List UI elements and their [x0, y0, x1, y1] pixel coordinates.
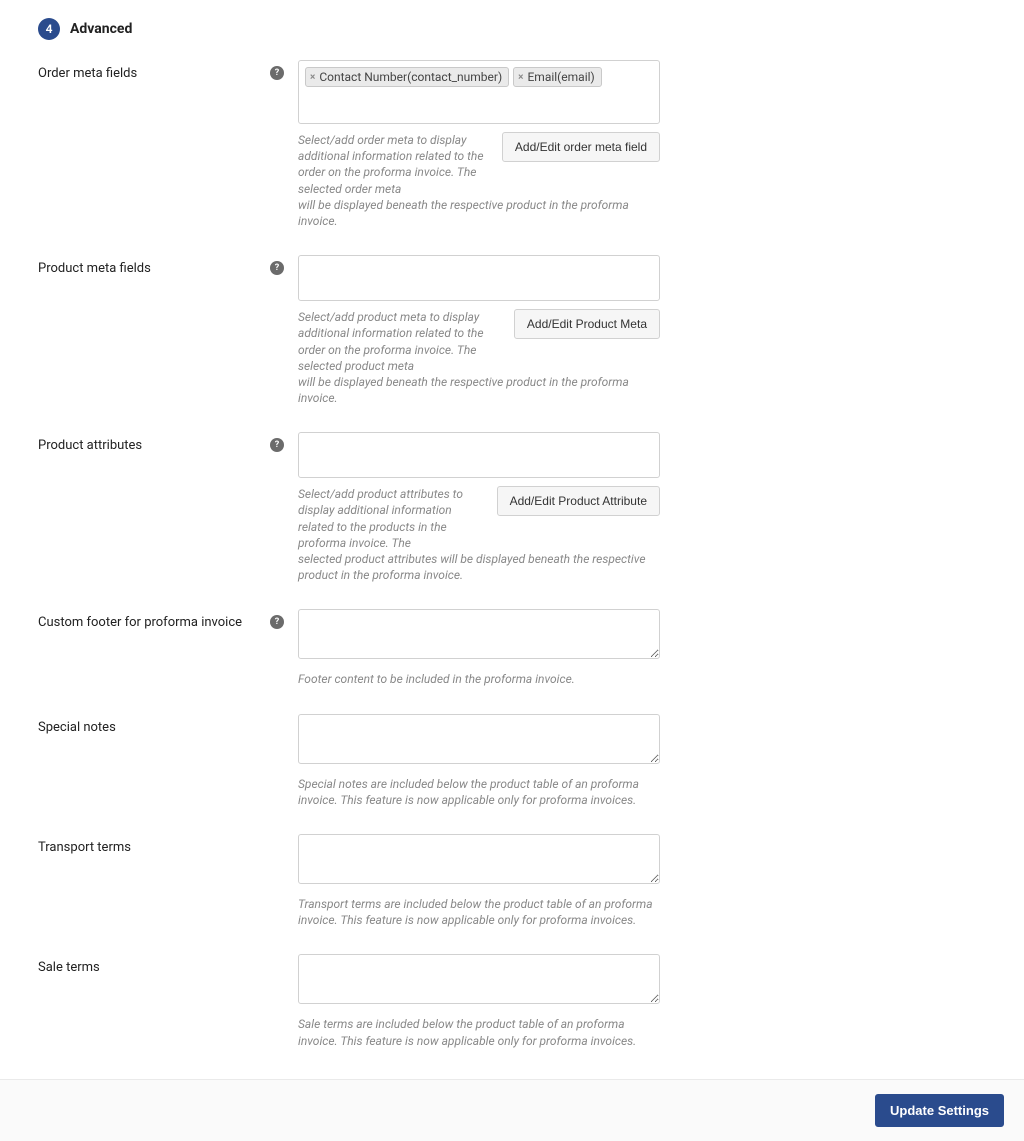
add-edit-order-meta-button[interactable]: Add/Edit order meta field [502, 132, 660, 162]
special-notes-description: Special notes are included below the pro… [298, 776, 660, 808]
sale-terms-textarea[interactable] [298, 954, 660, 1004]
help-icon[interactable]: ? [270, 615, 284, 629]
custom-footer-label: Custom footer for proforma invoice [38, 615, 242, 630]
product-meta-description-part: Select/add product meta to display addit… [298, 309, 496, 374]
sale-terms-label: Sale terms [38, 960, 100, 975]
section-title: Advanced [70, 21, 132, 37]
product-attributes-description-part: Select/add product attributes to display… [298, 486, 479, 551]
product-meta-label: Product meta fields [38, 261, 151, 276]
step-badge: 4 [38, 18, 60, 40]
help-icon[interactable]: ? [270, 438, 284, 452]
add-edit-product-attribute-button[interactable]: Add/Edit Product Attribute [497, 486, 660, 516]
field-product-meta: Product meta fields ? Select/add product… [38, 255, 1004, 406]
product-attributes-label: Product attributes [38, 438, 142, 453]
tag-email[interactable]: × Email(email) [513, 67, 602, 87]
section-header: 4 Advanced [38, 18, 1004, 40]
transport-terms-description: Transport terms are included below the p… [298, 896, 660, 928]
field-transport-terms: Transport terms Transport terms are incl… [38, 834, 1004, 928]
footer-bar: Update Settings [0, 1079, 1024, 1141]
field-order-meta: Order meta fields ? × Contact Number(con… [38, 60, 1004, 229]
field-custom-footer: Custom footer for proforma invoice ? Foo… [38, 609, 1004, 687]
help-icon[interactable]: ? [270, 261, 284, 275]
tag-contact-number[interactable]: × Contact Number(contact_number) [305, 67, 509, 87]
product-attributes-input[interactable] [298, 432, 660, 478]
update-settings-button[interactable]: Update Settings [875, 1094, 1004, 1127]
add-edit-product-meta-button[interactable]: Add/Edit Product Meta [514, 309, 660, 339]
special-notes-label: Special notes [38, 720, 116, 735]
product-meta-input[interactable] [298, 255, 660, 301]
transport-terms-textarea[interactable] [298, 834, 660, 884]
tag-label: Contact Number(contact_number) [319, 70, 502, 84]
close-icon[interactable]: × [310, 72, 315, 83]
tag-label: Email(email) [527, 70, 594, 84]
close-icon[interactable]: × [518, 72, 523, 83]
field-special-notes: Special notes Special notes are included… [38, 714, 1004, 808]
order-meta-label: Order meta fields [38, 66, 137, 81]
order-meta-description-part: Select/add order meta to display additio… [298, 132, 484, 197]
order-meta-input[interactable]: × Contact Number(contact_number) × Email… [298, 60, 660, 124]
order-meta-description-cont: will be displayed beneath the respective… [298, 197, 660, 229]
transport-terms-label: Transport terms [38, 840, 131, 855]
field-product-attributes: Product attributes ? Select/add product … [38, 432, 1004, 583]
field-sale-terms: Sale terms Sale terms are included below… [38, 954, 1004, 1048]
custom-footer-description: Footer content to be included in the pro… [298, 671, 660, 687]
special-notes-textarea[interactable] [298, 714, 660, 764]
sale-terms-description: Sale terms are included below the produc… [298, 1016, 660, 1048]
product-attributes-description-cont: selected product attributes will be disp… [298, 551, 660, 583]
help-icon[interactable]: ? [270, 66, 284, 80]
product-meta-description-cont: will be displayed beneath the respective… [298, 374, 660, 406]
custom-footer-textarea[interactable] [298, 609, 660, 659]
